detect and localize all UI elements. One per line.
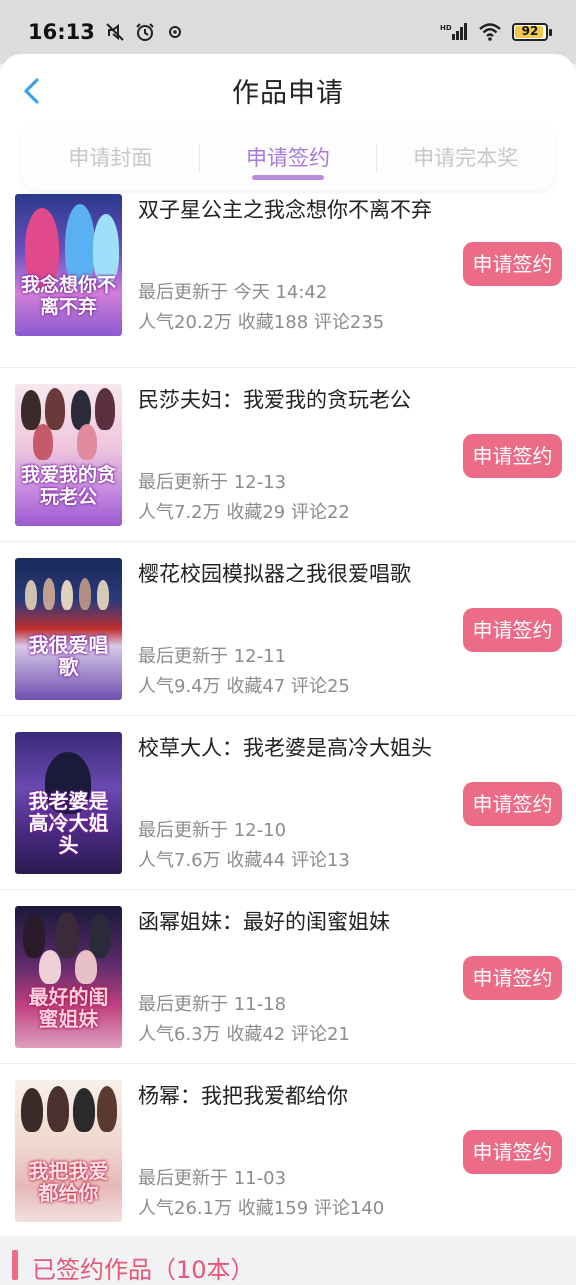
last-updated: 最后更新于 11-18 xyxy=(138,994,287,1015)
cover-title: 我爱我的贪玩老公 xyxy=(20,464,116,508)
book-stats: 人气6.3万 收藏42 评论21 xyxy=(138,1024,350,1045)
book-title[interactable]: 双子星公主之我念想你不离不弃 xyxy=(138,194,432,224)
svg-text:HD: HD xyxy=(440,24,452,32)
tab-label: 申请封面 xyxy=(68,146,153,170)
mute-icon xyxy=(106,23,124,41)
wifi-icon xyxy=(479,23,501,41)
book-cover: 我把我爱都给你 xyxy=(15,1080,122,1222)
last-updated: 最后更新于 12-13 xyxy=(138,472,287,493)
battery-level: 92 xyxy=(521,24,539,38)
signal-icon: HD xyxy=(440,23,467,40)
book-stats: 人气20.2万 收藏188 评论235 xyxy=(138,312,385,333)
book-stats: 人气7.2万 收藏29 评论22 xyxy=(138,502,350,523)
book-cover: 我爱我的贪玩老公 xyxy=(15,384,122,526)
tab-apply-sign[interactable]: 申请签约 xyxy=(200,126,377,190)
book-cover: 我老婆是高冷大姐头 xyxy=(15,732,122,874)
tabs-container: 申请封面 申请签约 申请完本奖 xyxy=(0,126,576,194)
last-updated: 最后更新于 今天 14:42 xyxy=(138,282,328,303)
book-item[interactable]: 我爱我的贪玩老公 民莎夫妇：我爱我的贪玩老公 最后更新于 12-13 人气7.2… xyxy=(0,368,576,542)
last-updated: 最后更新于 11-03 xyxy=(138,1168,287,1189)
book-cover: 最好的闺蜜姐妹 xyxy=(15,906,122,1048)
book-item[interactable]: 我把我爱都给你 杨幂：我把我爱都给你 最后更新于 11-03 人气26.1万 收… xyxy=(0,1064,576,1240)
book-stats: 人气9.4万 收藏47 评论25 xyxy=(138,676,350,697)
book-stats: 人气26.1万 收藏159 评论140 xyxy=(138,1198,385,1219)
section-accent-bar xyxy=(12,1250,18,1280)
cover-title: 最好的闺蜜姐妹 xyxy=(28,985,109,1031)
book-stats: 人气7.6万 收藏44 评论13 xyxy=(138,850,350,871)
last-updated: 最后更新于 12-10 xyxy=(138,820,287,841)
book-title[interactable]: 函幂姐妹：最好的闺蜜姐妹 xyxy=(138,906,390,936)
tab-apply-completion-award[interactable]: 申请完本奖 xyxy=(377,126,554,190)
page-title: 作品申请 xyxy=(232,77,344,109)
apply-sign-button[interactable]: 申请签约 xyxy=(463,956,562,1000)
apply-sign-button[interactable]: 申请签约 xyxy=(463,608,562,652)
apply-sign-button[interactable]: 申请签约 xyxy=(463,1130,562,1174)
tab-label: 申请完本奖 xyxy=(413,146,519,170)
signed-works-section[interactable]: 已签约作品（10本） xyxy=(0,1236,576,1284)
last-updated: 最后更新于 12-11 xyxy=(138,646,287,667)
book-item[interactable]: 我老婆是高冷大姐头 校草大人：我老婆是高冷大姐头 最后更新于 12-10 人气7… xyxy=(0,716,576,890)
cover-title: 我念想你不离不弃 xyxy=(20,274,116,318)
apply-sign-button[interactable]: 申请签约 xyxy=(463,434,562,478)
battery-icon: 92 xyxy=(512,23,552,41)
back-arrow-icon[interactable] xyxy=(18,74,48,108)
apply-sign-button[interactable]: 申请签约 xyxy=(463,242,562,286)
book-cover: 我念想你不离不弃 xyxy=(15,194,122,336)
cover-title: 我老婆是高冷大姐头 xyxy=(28,789,109,857)
book-title[interactable]: 杨幂：我把我爱都给你 xyxy=(138,1080,348,1110)
cover-title: 我把我爱都给你 xyxy=(28,1159,109,1205)
book-title[interactable]: 校草大人：我老婆是高冷大姐头 xyxy=(138,732,432,762)
tab-apply-cover[interactable]: 申请封面 xyxy=(22,126,199,190)
book-list: 我念想你不离不弃 双子星公主之我念想你不离不弃 最后更新于 今天 14:42 人… xyxy=(0,194,576,1240)
tab-active-indicator xyxy=(252,175,324,180)
book-title[interactable]: 樱花校园模拟器之我很爱唱歌 xyxy=(138,558,411,588)
app-header: 作品申请 xyxy=(0,54,576,126)
book-item[interactable]: 我很爱唱歌 樱花校园模拟器之我很爱唱歌 最后更新于 12-11 人气9.4万 收… xyxy=(0,542,576,716)
gear-icon xyxy=(168,26,181,38)
book-item[interactable]: 我念想你不离不弃 双子星公主之我念想你不离不弃 最后更新于 今天 14:42 人… xyxy=(0,194,576,368)
apply-sign-button[interactable]: 申请签约 xyxy=(463,782,562,826)
book-item[interactable]: 最好的闺蜜姐妹 函幂姐妹：最好的闺蜜姐妹 最后更新于 11-18 人气6.3万 … xyxy=(0,890,576,1064)
book-title[interactable]: 民莎夫妇：我爱我的贪玩老公 xyxy=(138,384,411,414)
cover-title: 我很爱唱歌 xyxy=(28,633,109,679)
alarm-icon xyxy=(136,23,154,41)
tab-label: 申请签约 xyxy=(246,146,330,170)
book-cover: 我很爱唱歌 xyxy=(15,558,122,700)
status-time: 16:13 xyxy=(28,20,95,44)
